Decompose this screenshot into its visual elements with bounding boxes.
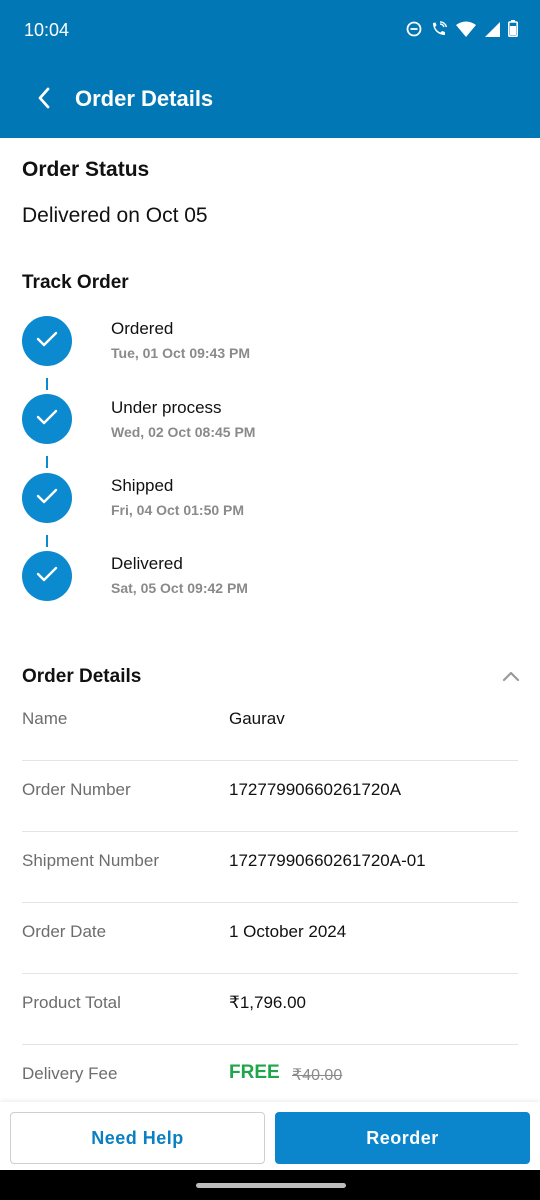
detail-value: 17277990660261720A [229,780,402,799]
step-label: Shipped [111,476,174,495]
detail-label: Shipment Number [22,851,160,870]
detail-row-order-number: Order Number 17277990660261720A [22,761,518,832]
status-time: 10:04 [24,20,70,40]
step-time: Tue, 01 Oct 09:43 PM [111,345,251,361]
step-label: Delivered [111,554,183,573]
detail-label: Delivery Fee [22,1064,118,1083]
need-help-button[interactable]: Need Help [10,1112,265,1164]
check-icon [36,409,58,430]
signal-icon [484,21,500,37]
detail-label: Order Number [22,780,131,799]
order-content[interactable]: Order Status Delivered on Oct 05 Track O… [0,138,540,1110]
step-check-circle [22,394,72,444]
chevron-up-icon [502,669,520,687]
wifi-icon [456,21,476,37]
detail-label: Order Date [22,922,107,941]
status-bar: 10:04 [0,0,540,62]
step-connector [46,378,48,390]
check-icon [36,566,58,587]
order-status-heading: Order Status [22,158,150,181]
back-button[interactable] [26,82,62,118]
step-time: Sat, 05 Oct 09:42 PM [111,580,248,596]
chevron-left-icon [37,87,51,114]
detail-value: 1 October 2024 [229,922,347,941]
do-not-disturb-icon [406,21,422,37]
step-connector [46,535,48,547]
home-gesture-handle[interactable] [196,1183,346,1188]
bottom-action-bar: Need Help Reorder [0,1102,540,1170]
reorder-button[interactable]: Reorder [275,1112,530,1164]
detail-row-shipment-number: Shipment Number 17277990660261720A-01 [22,832,518,903]
detail-row-product-total: Product Total ₹1,796.00 [22,974,518,1045]
battery-icon [508,20,518,37]
order-details-heading: Order Details [22,666,142,687]
detail-row-order-date: Order Date 1 October 2024 [22,903,518,974]
check-icon [36,488,58,509]
detail-value: Gaurav [229,709,285,728]
step-label: Under process [111,398,222,417]
collapse-button[interactable] [498,666,524,690]
system-nav-bar [0,1170,540,1200]
step-check-circle [22,316,72,366]
check-icon [36,331,58,352]
detail-label: Product Total [22,993,121,1012]
app-bar: Order Details [0,62,540,138]
detail-label: Name [22,709,68,728]
wifi-calling-icon [430,20,448,37]
track-order-heading: Track Order [22,272,129,293]
detail-value: ₹1,796.00 [229,993,306,1012]
step-connector [46,456,48,468]
delivery-fee-free: FREE [229,1062,280,1083]
step-check-circle [22,551,72,601]
detail-value: 17277990660261720A-01 [229,851,426,870]
step-check-circle [22,473,72,523]
status-icons [406,20,518,37]
detail-row-delivery-fee: Delivery Fee FREE ₹40.00 [22,1045,518,1110]
delivered-status-text: Delivered on Oct 05 [22,204,208,227]
page-title: Order Details [75,86,214,111]
step-label: Ordered [111,319,174,338]
detail-row-name: Name Gaurav [22,690,518,761]
step-time: Wed, 02 Oct 08:45 PM [111,424,256,440]
delivery-fee-original: ₹40.00 [292,1067,343,1084]
step-time: Fri, 04 Oct 01:50 PM [111,502,245,518]
